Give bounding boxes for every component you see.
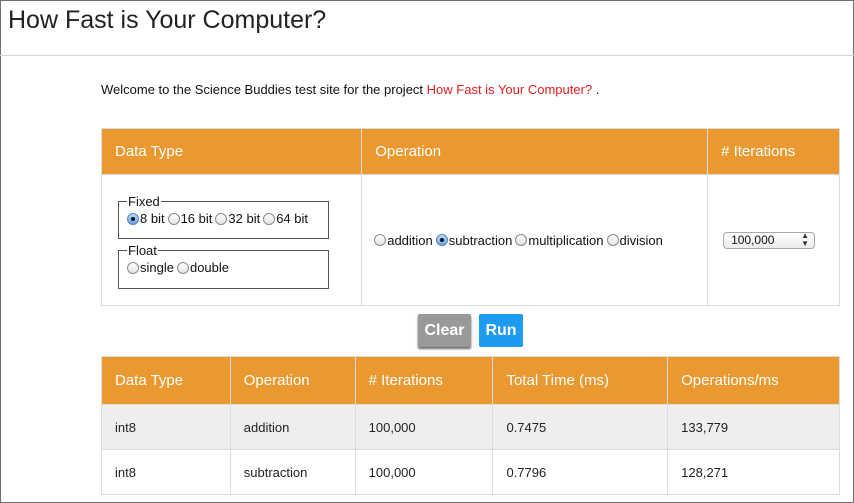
table-row: int8 subtraction 100,000 0.7796 128,271: [101, 449, 840, 495]
radio-button-icon[interactable]: [263, 212, 276, 225]
radio-label: multiplication: [528, 232, 604, 248]
radio-label: division: [619, 232, 663, 248]
cell-total-time: 0.7796: [492, 449, 669, 495]
cell-ops-per-ms: 128,271: [667, 449, 840, 495]
radio-button-icon[interactable]: [215, 212, 228, 225]
iterations-select[interactable]: 100,000 ▲ ▼: [723, 231, 816, 249]
radio-label: double: [189, 260, 230, 275]
radio-subtraction[interactable]: subtraction: [435, 232, 513, 248]
radio-button-icon[interactable]: [374, 234, 387, 246]
welcome-text: Welcome to the Science Buddies test site…: [101, 82, 599, 97]
radio-multiplication[interactable]: multiplication: [515, 232, 604, 248]
radio-16-bit[interactable]: 16 bit: [167, 211, 213, 226]
operation-cell: addition subtraction multiplication divi…: [361, 174, 709, 306]
welcome-suffix: .: [595, 82, 600, 97]
fixed-fieldset: Fixed 8 bit 16 bit 32 bit 64 bit: [118, 194, 329, 239]
radio-label: single: [140, 260, 174, 275]
iterations-cell: 100,000 ▲ ▼: [707, 174, 840, 306]
config-header-data-type: Data Type: [100, 128, 363, 175]
radio-addition[interactable]: addition: [374, 233, 433, 248]
project-link[interactable]: How Fast is Your Computer?: [427, 82, 592, 97]
cell-operation: addition: [229, 404, 356, 450]
clear-button[interactable]: Clear: [418, 314, 471, 347]
config-header-operation: Operation: [361, 128, 709, 175]
radio-button-icon[interactable]: [435, 234, 448, 246]
cell-iterations: 100,000: [354, 404, 494, 450]
radio-label: 64 bit: [276, 211, 309, 226]
radio-button-icon[interactable]: [515, 234, 528, 246]
page-title: How Fast is Your Computer?: [8, 6, 327, 34]
table-row: int8 addition 100,000 0.7475 133,779: [101, 404, 840, 450]
cell-iterations: 100,000: [354, 449, 494, 495]
results-header-operation: Operation: [229, 356, 356, 405]
radio-label: 32 bit: [228, 211, 261, 226]
cell-ops-per-ms: 133,779: [667, 404, 840, 450]
cell-data-type: int8: [101, 449, 231, 495]
radio-button-icon[interactable]: [167, 212, 180, 225]
radio-single[interactable]: single: [127, 260, 174, 275]
results-header-total-time: Total Time (ms): [492, 356, 669, 405]
select-arrows-icon: ▲ ▼: [801, 231, 810, 248]
results-header-data-type: Data Type: [101, 356, 231, 405]
float-options: single double: [127, 260, 320, 275]
radio-button-icon[interactable]: [127, 212, 139, 225]
config-table: Data Type Operation # Iterations Fixed 8…: [100, 128, 840, 306]
float-fieldset: Float single double: [118, 243, 329, 289]
radio-label: 8 bit: [140, 211, 165, 226]
results-header-ops-per-ms: Operations/ms: [667, 356, 840, 405]
float-legend: Float: [128, 243, 157, 258]
radio-button-icon[interactable]: [127, 261, 139, 274]
cell-total-time: 0.7475: [492, 404, 669, 450]
config-header-iterations: # Iterations: [707, 128, 840, 175]
operation-options: addition subtraction multiplication divi…: [374, 233, 706, 248]
radio-8-bit[interactable]: 8 bit: [127, 211, 165, 226]
radio-label: addition: [387, 232, 433, 248]
run-button[interactable]: Run: [479, 314, 523, 347]
data-type-cell: Fixed 8 bit 16 bit 32 bit 64 bit Float s…: [100, 174, 363, 306]
results-header-iterations: # Iterations: [354, 356, 494, 405]
radio-32-bit[interactable]: 32 bit: [215, 211, 260, 226]
cell-operation: subtraction: [229, 449, 356, 495]
fixed-legend: Fixed: [128, 194, 160, 209]
welcome-prefix: Welcome to the Science Buddies test site…: [101, 82, 424, 97]
radio-button-icon[interactable]: [176, 261, 189, 274]
radio-button-icon[interactable]: [606, 234, 619, 246]
results-table: Data Type Operation # Iterations Total T…: [101, 356, 840, 495]
cell-data-type: int8: [101, 404, 231, 450]
iterations-selected-value: 100,000: [731, 233, 775, 247]
radio-label: 16 bit: [180, 211, 213, 226]
radio-64-bit[interactable]: 64 bit: [263, 211, 308, 226]
radio-double[interactable]: double: [176, 260, 230, 275]
radio-division[interactable]: division: [606, 232, 663, 248]
title-divider: [0, 55, 854, 56]
fixed-options: 8 bit 16 bit 32 bit 64 bit: [127, 211, 320, 226]
radio-label: subtraction: [448, 232, 513, 248]
